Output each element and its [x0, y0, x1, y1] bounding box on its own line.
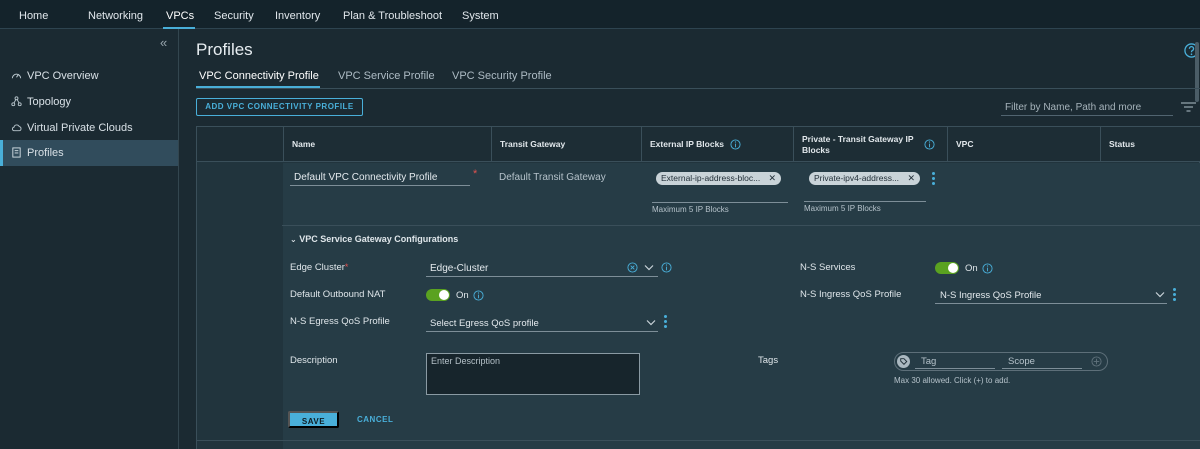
info-icon[interactable]: [982, 263, 993, 274]
nav-security[interactable]: Security: [214, 0, 254, 29]
collapse-sidebar-icon[interactable]: «: [160, 35, 167, 50]
add-vpc-connectivity-profile-button[interactable]: ADD VPC CONNECTIVITY PROFILE: [196, 98, 363, 116]
tags-hint: Max 30 allowed. Click (+) to add.: [894, 376, 1011, 385]
nav-system[interactable]: System: [462, 0, 499, 29]
edge-cluster-underline: [426, 276, 658, 277]
remove-chip-icon[interactable]: ✕: [907, 172, 915, 185]
more-actions-icon[interactable]: [932, 172, 935, 187]
gauge-icon: [11, 73, 22, 79]
transit-gateway-value: Default Transit Gateway: [499, 172, 606, 183]
egress-qos-select[interactable]: Select Egress QoS profile: [430, 318, 539, 329]
filter-input[interactable]: [1001, 99, 1173, 116]
tab-vpc-security-profile[interactable]: VPC Security Profile: [452, 70, 552, 82]
tag-input[interactable]: Tag: [921, 356, 936, 367]
cancel-button[interactable]: CANCEL: [357, 411, 393, 428]
page-title: Profiles: [196, 40, 253, 59]
default-outbound-nat-label: Default Outbound NAT: [290, 289, 386, 300]
grid-header: Name Transit Gateway External IP Blocks …: [197, 127, 1200, 162]
info-icon[interactable]: [730, 139, 741, 150]
edge-cluster-select[interactable]: Edge-Cluster: [430, 263, 488, 274]
external-ip-block-chip[interactable]: External-ip-address-bloc... ✕: [656, 172, 781, 185]
service-gateway-section-toggle[interactable]: ⌄ VPC Service Gateway Configurations: [290, 234, 458, 244]
clear-icon[interactable]: [627, 262, 638, 273]
tab-vpc-service-profile[interactable]: VPC Service Profile: [338, 70, 435, 82]
section-title: VPC Service Gateway Configurations: [299, 234, 459, 244]
chevron-down-icon[interactable]: [1155, 291, 1165, 298]
external-ip-underline: [652, 202, 788, 203]
external-ip-hint: Maximum 5 IP Blocks: [652, 205, 729, 214]
ns-services-toggle[interactable]: [935, 262, 959, 274]
add-tag-icon[interactable]: [1091, 356, 1102, 367]
required-marker: *: [473, 168, 478, 180]
topology-icon: [11, 96, 22, 107]
tab-vpc-connectivity-profile[interactable]: VPC Connectivity Profile: [199, 70, 319, 82]
more-actions-icon[interactable]: [664, 315, 667, 330]
document-icon: [12, 147, 21, 158]
row-divider: [196, 440, 1200, 441]
description-textarea[interactable]: [426, 353, 640, 395]
profile-name-input[interactable]: Default VPC Connectivity Profile: [294, 172, 437, 183]
column-header-vpc[interactable]: VPC: [947, 127, 1100, 162]
nav-inventory[interactable]: Inventory: [275, 0, 320, 29]
sidebar-item-label: VPC Overview: [27, 70, 99, 82]
private-ip-hint: Maximum 5 IP Blocks: [804, 204, 881, 213]
ns-services-label: N-S Services: [800, 262, 856, 273]
column-header-external-ip-blocks[interactable]: External IP Blocks: [641, 127, 793, 162]
section-divider: [282, 225, 1200, 226]
scope-underline: [1002, 368, 1082, 369]
column-header-name[interactable]: Name: [283, 127, 491, 162]
scrollbar[interactable]: [1195, 42, 1199, 102]
sidebar-item-label: Virtual Private Clouds: [27, 122, 133, 134]
ingress-underline: [935, 303, 1167, 304]
info-icon[interactable]: [661, 262, 672, 273]
tag-underline: [915, 368, 995, 369]
chevron-down-icon[interactable]: [644, 264, 654, 271]
chip-label: External-ip-address-bloc...: [661, 173, 761, 183]
scope-input[interactable]: Scope: [1008, 356, 1035, 367]
description-label: Description: [290, 355, 338, 366]
nav-vpcs[interactable]: VPCs: [166, 0, 194, 29]
cloud-icon: [12, 124, 22, 132]
ingress-qos-select[interactable]: N-S Ingress QoS Profile: [940, 290, 1041, 301]
column-header-status[interactable]: Status: [1100, 127, 1200, 162]
default-outbound-nat-toggle[interactable]: [426, 289, 450, 301]
sidebar-item-topology[interactable]: Topology: [0, 89, 178, 115]
column-header-private-transit-gateway-ip-blocks[interactable]: Private - Transit Gateway IP Blocks: [793, 127, 947, 162]
top-navigation: Home Networking VPCs Security Inventory …: [0, 0, 1200, 29]
sidebar-active-indicator: [0, 140, 3, 166]
chevron-down-icon: ⌄: [290, 235, 297, 244]
row-gutter: [197, 163, 283, 449]
sidebar: « VPC Overview Topology Virtual Private …: [0, 29, 179, 449]
private-ip-underline: [804, 201, 926, 202]
tabs-divider: [196, 88, 1200, 89]
more-actions-icon[interactable]: [1173, 288, 1176, 303]
remove-chip-icon[interactable]: ✕: [768, 172, 776, 185]
egress-qos-label: N-S Egress QoS Profile: [290, 316, 390, 327]
sidebar-item-label: Topology: [27, 96, 72, 108]
nav-plan-troubleshoot[interactable]: Plan & Troubleshoot: [343, 0, 442, 29]
sidebar-item-profiles[interactable]: Profiles: [0, 140, 178, 166]
save-button[interactable]: SAVE: [288, 411, 339, 428]
nav-home[interactable]: Home: [19, 0, 48, 29]
private-ip-block-chip[interactable]: Private-ipv4-address... ✕: [809, 172, 920, 185]
nav-networking[interactable]: Networking: [88, 0, 143, 29]
toggle-state-label: On: [456, 290, 469, 301]
egress-underline: [426, 331, 658, 332]
column-header-transit-gateway[interactable]: Transit Gateway: [491, 127, 641, 162]
chip-label: Private-ipv4-address...: [814, 173, 900, 183]
filter-icon[interactable]: [1181, 102, 1196, 112]
edge-cluster-label: Edge Cluster*: [290, 262, 349, 273]
sidebar-item-label: Profiles: [27, 147, 64, 159]
ingress-qos-label: N-S Ingress QoS Profile: [800, 289, 902, 300]
sidebar-item-virtual-private-clouds[interactable]: Virtual Private Clouds: [0, 115, 178, 141]
chevron-down-icon[interactable]: [646, 319, 656, 326]
info-icon[interactable]: [923, 139, 935, 150]
tags-label: Tags: [758, 355, 779, 366]
info-icon[interactable]: [473, 290, 484, 301]
tag-icon: [897, 355, 910, 368]
name-underline: [290, 185, 470, 186]
toggle-state-label: On: [965, 263, 978, 274]
sidebar-item-vpc-overview[interactable]: VPC Overview: [0, 63, 178, 89]
